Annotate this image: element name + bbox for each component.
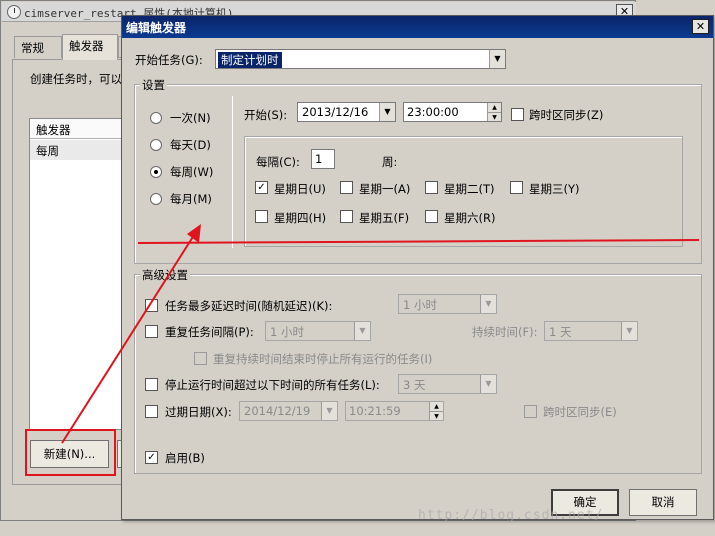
- tab-triggers-label: 触发器: [69, 39, 104, 53]
- tab-triggers[interactable]: 触发器: [62, 34, 118, 60]
- arrow-head-icon: [187, 224, 201, 243]
- watermark-text: http://blog.csdn.net/: [418, 508, 604, 523]
- annotation-line: [137, 239, 700, 244]
- annotation-arrow-shaft: [61, 231, 197, 444]
- annotation-overlay: [61, 224, 700, 444]
